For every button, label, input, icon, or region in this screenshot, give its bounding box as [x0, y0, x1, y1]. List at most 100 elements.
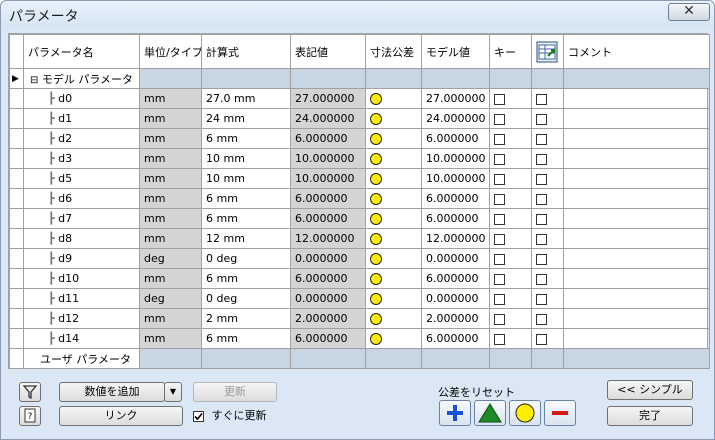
comment-cell[interactable]	[563, 308, 710, 329]
row-selector[interactable]	[9, 228, 24, 249]
comment-cell[interactable]	[563, 268, 710, 289]
export-cell[interactable]	[531, 208, 564, 229]
key-cell[interactable]	[489, 228, 532, 249]
model-value-cell[interactable]: 10.000000	[421, 168, 490, 189]
tolerance-nominal-icon[interactable]	[370, 173, 382, 185]
tolerance-cell[interactable]	[365, 248, 422, 269]
export-cell[interactable]	[531, 268, 564, 289]
export-checkbox[interactable]	[536, 253, 547, 265]
column-header-name[interactable]: パラメータ名	[23, 34, 140, 69]
export-cell[interactable]	[531, 328, 564, 349]
row-selector[interactable]	[9, 148, 24, 169]
export-cell[interactable]	[531, 108, 564, 129]
key-cell[interactable]	[489, 288, 532, 309]
table-row[interactable]: ┣ d11 deg 0 deg 0.000000 0.000000	[9, 288, 710, 309]
column-header-comment[interactable]: コメント	[563, 34, 710, 69]
row-selector[interactable]	[9, 88, 24, 109]
comment-cell[interactable]	[563, 148, 710, 169]
model-value-cell[interactable]: 27.000000	[421, 88, 490, 109]
export-cell[interactable]	[531, 288, 564, 309]
tolerance-cell[interactable]	[365, 128, 422, 149]
row-selector[interactable]	[9, 248, 24, 269]
model-value-cell[interactable]: 24.000000	[421, 108, 490, 129]
export-cell[interactable]	[531, 168, 564, 189]
key-cell[interactable]	[489, 308, 532, 329]
tolerance-nominal-icon[interactable]	[370, 113, 382, 125]
parameter-name-cell[interactable]: ┣ d6	[23, 188, 140, 209]
key-checkbox[interactable]	[494, 213, 505, 225]
key-cell[interactable]	[489, 188, 532, 209]
expression-cell[interactable]: 10 mm	[201, 168, 291, 189]
comment-cell[interactable]	[563, 88, 710, 109]
tolerance-cell[interactable]	[365, 148, 422, 169]
table-row[interactable]: ┣ d3 mm 10 mm 10.000000 10.000000	[9, 148, 710, 169]
row-selector[interactable]	[9, 208, 24, 229]
export-cell[interactable]	[531, 188, 564, 209]
tolerance-nominal-icon[interactable]	[370, 213, 382, 225]
key-checkbox[interactable]	[494, 193, 505, 205]
filter-button[interactable]	[19, 382, 41, 402]
tolerance-nominal-icon[interactable]	[370, 153, 382, 165]
expression-cell[interactable]: 6 mm	[201, 128, 291, 149]
tolerance-nominal-icon[interactable]	[370, 233, 382, 245]
column-header-nominal-value[interactable]: 表記値	[290, 34, 366, 69]
comment-cell[interactable]	[563, 248, 710, 269]
key-checkbox[interactable]	[494, 233, 505, 245]
export-cell[interactable]	[531, 128, 564, 149]
tolerance-nominal-icon[interactable]	[370, 273, 382, 285]
column-header-unit[interactable]: 単位/タイプ	[139, 34, 202, 69]
export-cell[interactable]	[531, 88, 564, 109]
tolerance-cell[interactable]	[365, 208, 422, 229]
row-selector[interactable]	[9, 288, 24, 309]
row-selector[interactable]	[9, 128, 24, 149]
tolerance-cell[interactable]	[365, 88, 422, 109]
key-checkbox[interactable]	[494, 333, 505, 345]
parameter-name-cell[interactable]: ┣ d0	[23, 88, 140, 109]
row-selector-current[interactable]: ▶	[9, 68, 24, 89]
tolerance-cell[interactable]	[365, 288, 422, 309]
key-checkbox[interactable]	[494, 93, 505, 105]
model-value-cell[interactable]: 0.000000	[421, 288, 490, 309]
key-cell[interactable]	[489, 108, 532, 129]
export-checkbox[interactable]	[536, 113, 547, 125]
export-checkbox[interactable]	[536, 233, 547, 245]
key-cell[interactable]	[489, 88, 532, 109]
collapse-icon[interactable]: ⊟	[30, 75, 38, 86]
tolerance-nominal-icon[interactable]	[370, 193, 382, 205]
tolerance-nominal-icon[interactable]	[370, 133, 382, 145]
expression-cell[interactable]: 6 mm	[201, 268, 291, 289]
tolerance-nominal-button[interactable]	[509, 400, 541, 426]
export-checkbox[interactable]	[536, 313, 547, 325]
parameter-name-cell[interactable]: ┣ d14	[23, 328, 140, 349]
column-header-expression[interactable]: 計算式	[201, 34, 291, 69]
group-row-user-parameters[interactable]: ユーザ パラメータ	[9, 348, 710, 369]
export-cell[interactable]	[531, 228, 564, 249]
table-row[interactable]: ┣ d1 mm 24 mm 24.000000 24.000000	[9, 108, 710, 129]
done-button[interactable]: 完了	[607, 406, 693, 426]
parameter-name-cell[interactable]: ┣ d5	[23, 168, 140, 189]
export-cell[interactable]	[531, 248, 564, 269]
update-button[interactable]: 更新	[193, 382, 277, 402]
simple-view-button[interactable]: << シンプル	[607, 380, 693, 400]
table-row[interactable]: ┣ d8 mm 12 mm 12.000000 12.000000	[9, 228, 710, 249]
tolerance-nominal-icon[interactable]	[370, 313, 382, 325]
link-button[interactable]: リンク	[59, 406, 183, 426]
table-row[interactable]: ┣ d10 mm 6 mm 6.000000 6.000000	[9, 268, 710, 289]
expression-cell[interactable]: 6 mm	[201, 188, 291, 209]
key-checkbox[interactable]	[494, 133, 505, 145]
parameter-name-cell[interactable]: ┣ d10	[23, 268, 140, 289]
export-checkbox[interactable]	[536, 273, 547, 285]
key-cell[interactable]	[489, 248, 532, 269]
key-checkbox[interactable]	[494, 253, 505, 265]
key-checkbox[interactable]	[494, 313, 505, 325]
parameter-name-cell[interactable]: ┣ d2	[23, 128, 140, 149]
row-selector[interactable]	[9, 308, 24, 329]
help-button[interactable]: ?	[19, 406, 41, 426]
comment-cell[interactable]	[563, 108, 710, 129]
model-value-cell[interactable]: 10.000000	[421, 148, 490, 169]
tolerance-nominal-icon[interactable]	[370, 293, 382, 305]
table-row[interactable]: ┣ d2 mm 6 mm 6.000000 6.000000	[9, 128, 710, 149]
model-value-cell[interactable]: 6.000000	[421, 128, 490, 149]
key-checkbox[interactable]	[494, 153, 505, 165]
table-row[interactable]: ┣ d7 mm 6 mm 6.000000 6.000000	[9, 208, 710, 229]
